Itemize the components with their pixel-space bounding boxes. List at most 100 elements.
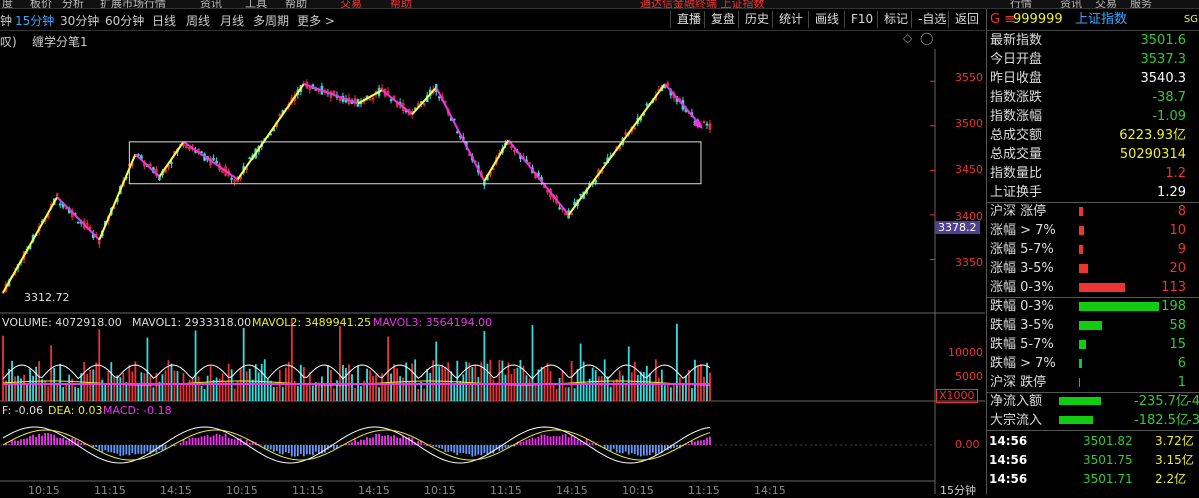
- period-15min[interactable]: 15分钟: [15, 12, 54, 29]
- draw-line-button[interactable]: 画线: [808, 11, 845, 28]
- live-button[interactable]: 直播: [670, 11, 707, 28]
- stat-value: 8: [1177, 204, 1186, 219]
- stat-value: 50290314: [1119, 147, 1186, 162]
- quote-code[interactable]: 999999: [1013, 9, 1063, 30]
- candle-body: [76, 221, 80, 224]
- volume-axis-label: 5000: [955, 370, 983, 383]
- menu-item[interactable]: 分析: [62, 0, 84, 8]
- chart-area[interactable]: 10:15 11:15 14:15 10:15 11:15 14:15 10:15 11:15…: [0, 49, 985, 497]
- breadth-bar: [1079, 302, 1159, 311]
- candle-body: [437, 96, 441, 99]
- macd-legend: MACD: -0.18: [103, 404, 172, 417]
- time-axis-label: 14:15: [358, 484, 390, 494]
- tick-volume: 3.15亿: [1155, 453, 1194, 467]
- stat-value: -1.09: [1152, 109, 1186, 124]
- menu-item[interactable]: 工具: [245, 0, 267, 8]
- stat-label: 沪深 跌停: [990, 375, 1047, 390]
- replay-button[interactable]: 复盘: [704, 11, 741, 28]
- stat-row: 指数涨幅 -1.09: [987, 107, 1199, 126]
- flow-row: 净流入额 -235.7亿 -4: [987, 392, 1199, 411]
- menu-item[interactable]: 交易: [340, 0, 362, 8]
- menu-item[interactable]: 度: [2, 0, 13, 8]
- stat-label: 跌幅 0-3%: [990, 299, 1054, 314]
- stat-row: 上证换手 1.29: [987, 183, 1199, 202]
- stat-value: 1.29: [1157, 185, 1186, 200]
- mark-button[interactable]: 标记: [877, 11, 914, 28]
- period-month[interactable]: 月线: [220, 12, 244, 29]
- period-week[interactable]: 周线: [186, 12, 210, 29]
- stat-label: 沪深 涨停: [990, 204, 1047, 219]
- breadth-row: 涨幅 0-3% 113: [987, 278, 1199, 297]
- menu-item[interactable]: 服务: [1130, 0, 1152, 8]
- zigzag-stroke: [664, 83, 702, 127]
- stat-value: 9: [1177, 242, 1186, 257]
- candle-body: [389, 99, 393, 102]
- indicator-name[interactable]: 缠学分笔1: [32, 33, 88, 50]
- flow-bar: [1059, 397, 1101, 405]
- stat-label: 涨幅 5-7%: [990, 242, 1054, 257]
- zigzag-stroke: [98, 153, 137, 241]
- time-axis-label: 10:15: [622, 484, 654, 494]
- price-axis-label: 3450: [955, 163, 983, 176]
- period-1min[interactable]: 钟: [0, 12, 12, 29]
- period-more[interactable]: 更多 >: [297, 12, 335, 29]
- menu-item[interactable]: 帮助: [285, 0, 307, 8]
- stat-label: 昨日收盘: [990, 71, 1043, 86]
- stat-row: 今日开盘 3537.3: [987, 50, 1199, 69]
- menu-item[interactable]: 资讯: [1060, 0, 1082, 8]
- zigzag-stroke: [357, 89, 383, 105]
- stat-label: 指数涨跌: [990, 90, 1043, 105]
- stat-label: 跌幅 3-5%: [990, 318, 1054, 333]
- candle-body: [230, 177, 233, 180]
- zigzag-stroke: [381, 89, 413, 116]
- back-button[interactable]: 返回: [948, 11, 985, 28]
- breadth-row: 跌幅 5-7% 15: [987, 335, 1199, 354]
- stat-row: 指数量比 1.2: [987, 164, 1199, 183]
- kline-chart[interactable]: 10:15 11:15 14:15 10:15 11:15 14:15 10:15 11:15…: [0, 49, 985, 497]
- period-day[interactable]: 日线: [152, 12, 176, 29]
- flow-extra: -4: [1187, 394, 1199, 409]
- dea-legend: DEA: 0.03: [48, 404, 103, 417]
- bottom-period-label: 15分钟: [940, 484, 976, 497]
- breadth-row: 跌幅 0-3% 198: [987, 297, 1199, 316]
- menu-item[interactable]: 交易: [1095, 0, 1117, 8]
- period-multi[interactable]: 多周期: [253, 12, 289, 29]
- quote-name[interactable]: 上证指数: [1075, 9, 1127, 30]
- breadth-bar: [1079, 283, 1125, 292]
- menu-item[interactable]: 板价: [30, 0, 52, 8]
- f10-button[interactable]: F10: [844, 11, 879, 28]
- diamond-icon[interactable]: ◇: [903, 31, 912, 45]
- stat-value: 58: [1169, 318, 1186, 333]
- tick-time: 14:56: [989, 472, 1028, 486]
- menu-item[interactable]: 行情: [1010, 0, 1032, 8]
- remove-watchlist-button[interactable]: -自选: [911, 11, 952, 28]
- volume-bars: [2, 319, 711, 401]
- flow-value: -235.7亿: [1134, 394, 1189, 409]
- period-30min[interactable]: 30分钟: [60, 12, 99, 29]
- top-menu-bar: 度 板价 分析 扩展市场行情 资讯 工具 帮助 交易 帮助 通达信金融终端 上证…: [0, 0, 1199, 9]
- candle-body: [455, 131, 459, 134]
- stat-label: 上证换手: [990, 185, 1043, 200]
- period-60min[interactable]: 60分钟: [105, 12, 144, 29]
- stats-button[interactable]: 统计: [772, 11, 809, 28]
- menu-item[interactable]: 扩展市场行情: [100, 0, 166, 8]
- zigzag-strokes: [2, 83, 703, 294]
- stat-value: 3501.6: [1140, 33, 1187, 48]
- history-button[interactable]: 历史: [738, 11, 775, 28]
- quote-prefix: G ≡: [990, 12, 1016, 27]
- stat-row: 总成交额 6223.93亿: [987, 126, 1199, 145]
- stat-label: 总成交量: [990, 147, 1043, 162]
- breadth-bar: [1079, 245, 1083, 254]
- stat-label: 跌幅 5-7%: [990, 337, 1054, 352]
- stat-value: 3537.3: [1140, 52, 1187, 67]
- circle-icon[interactable]: ◯: [920, 31, 933, 45]
- stat-row: 昨日收盘 3540.3: [987, 69, 1199, 88]
- menu-item[interactable]: 帮助: [390, 0, 412, 8]
- time-axis-label: 10:15: [424, 484, 456, 494]
- time-axis-label: 11:15: [292, 484, 324, 494]
- time-axis-label: 14:15: [556, 484, 588, 494]
- candle-body: [579, 193, 582, 196]
- tick-volume: 2.2亿: [1155, 472, 1187, 486]
- candle-body: [705, 123, 709, 126]
- menu-item[interactable]: 资讯: [200, 0, 222, 8]
